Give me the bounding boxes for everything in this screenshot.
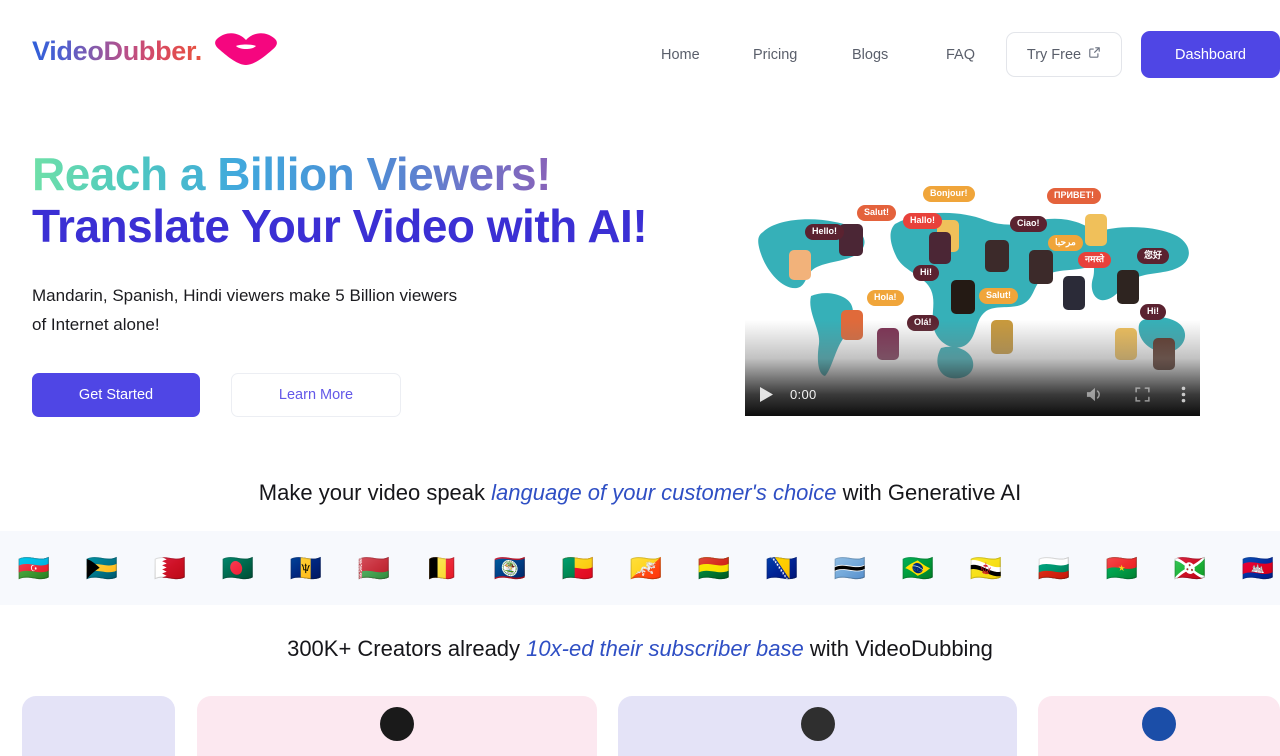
testimonial-card[interactable]	[1038, 696, 1280, 756]
avatar	[1142, 707, 1176, 741]
flag-belgium: 🇧🇪	[425, 553, 459, 583]
tagline-prefix: Make your video speak	[258, 480, 492, 505]
flag-marquee: 🇦🇿 🇧🇸 🇧🇭 🇧🇩 🇧🇧 🇧🇾 🇧🇪 🇧🇿 🇧🇯 🇧🇹 🇧🇴 🇧🇦 🇧🇼 🇧🇷 🇧🇳 🇧🇬 🇧🇫 🇧🇮 🇰🇭	[0, 531, 1280, 605]
hero-subtitle-line2: of Internet alone!	[32, 315, 160, 335]
creators-tagline: 300K+ Creators already 10x-ed their subs…	[0, 636, 1280, 662]
speech-bubble: Hi!	[913, 265, 939, 281]
flag-row: 🇦🇿 🇧🇸 🇧🇭 🇧🇩 🇧🇧 🇧🇾 🇧🇪 🇧🇿 🇧🇯 🇧🇹 🇧🇴 🇧🇦 🇧🇼 🇧🇷 🇧🇳 🇧🇬 🇧🇫 🇧🇮 🇰🇭	[0, 531, 1280, 605]
speech-bubble: Hi!	[1140, 304, 1166, 320]
character-avatar	[789, 250, 811, 280]
speech-bubble: Salut!	[979, 288, 1019, 304]
hero-actions: Get Started Learn More	[32, 373, 722, 418]
flag-bosnia-and-herzegovina: 🇧🇦	[765, 553, 799, 583]
avatar	[800, 707, 835, 741]
hero-section: Reach a Billion Viewers! Translate Your …	[32, 150, 722, 418]
volume-icon[interactable]	[1085, 386, 1104, 403]
flag-brazil: 🇧🇷	[901, 553, 935, 583]
tagline-suffix: with Generative AI	[836, 480, 1022, 505]
speech-bubble: Salut!	[857, 205, 897, 221]
testimonial-cards	[0, 696, 1280, 756]
testimonial-card[interactable]	[197, 696, 597, 756]
testimonial-card[interactable]	[618, 696, 1017, 756]
creators-emphasis: 10x-ed their subscriber base	[526, 636, 804, 661]
speech-bubble: مرحبا	[1048, 235, 1083, 251]
flag-azerbaijan: 🇦🇿	[17, 553, 51, 583]
flag-bangladesh: 🇧🇩	[221, 553, 255, 583]
speech-bubble: 您好	[1137, 248, 1170, 264]
tagline-emphasis: language of your customer's choice	[491, 480, 837, 505]
flag-bolivia: 🇧🇴	[697, 553, 731, 583]
kebab-menu-icon[interactable]	[1181, 386, 1186, 403]
creators-suffix: with VideoDubbing	[803, 636, 993, 661]
flag-barbados: 🇧🇧	[289, 553, 323, 583]
avatar	[380, 707, 414, 741]
nav-item-blogs[interactable]: Blogs	[852, 47, 888, 63]
hero-subtitle-line1: Mandarin, Spanish, Hindi viewers make 5 …	[32, 285, 458, 305]
logo-text: VideoDubber.	[32, 36, 202, 66]
speech-bubble: नमस्ते	[1078, 252, 1112, 268]
hero-headline-line1: Reach a Billion Viewers!	[32, 150, 722, 199]
character-avatar	[1029, 250, 1053, 284]
get-started-button[interactable]: Get Started	[32, 373, 200, 418]
flag-burkina-faso: 🇧🇫	[1105, 553, 1139, 583]
flag-bulgaria: 🇧🇬	[1037, 553, 1071, 583]
hero-subtitle: Mandarin, Spanish, Hindi viewers make 5 …	[32, 281, 722, 341]
flag-burundi: 🇧🇮	[1173, 553, 1207, 583]
speech-bubble: Bonjour!	[923, 186, 975, 202]
speech-bubble: Hola!	[867, 290, 904, 306]
testimonial-card[interactable]	[22, 696, 175, 756]
character-avatar	[951, 280, 975, 314]
try-free-button[interactable]: Try Free	[1006, 32, 1122, 77]
character-avatar	[1063, 276, 1085, 310]
character-avatar	[929, 232, 951, 264]
video-current-time: 0:00	[790, 386, 817, 402]
dashboard-button[interactable]: Dashboard	[1141, 31, 1280, 78]
creators-prefix: 300K+ Creators already	[287, 636, 527, 661]
site-header: VideoDubber. Home Pricing Blogs FAQ Try …	[0, 0, 1280, 110]
character-avatar	[1117, 270, 1139, 304]
character-avatar	[985, 240, 1009, 272]
speech-bubble: Hello!	[805, 224, 845, 240]
flag-belize: 🇧🇿	[493, 553, 527, 583]
fullscreen-icon[interactable]	[1135, 386, 1150, 402]
hero-video-player[interactable]: Hello! Salut! Bonjour! Hallo! ПРИВЕТ! Ciao! مر…	[745, 180, 1200, 416]
speech-bubble: ПРИВЕТ!	[1047, 188, 1101, 204]
logo[interactable]: VideoDubber.	[32, 32, 278, 71]
flag-belarus: 🇧🇾	[357, 553, 391, 583]
lips-icon	[214, 32, 278, 71]
external-link-icon	[1088, 46, 1101, 63]
flag-bahrain: 🇧🇭	[153, 553, 187, 583]
nav-item-faq[interactable]: FAQ	[946, 47, 975, 63]
nav-item-home[interactable]: Home	[661, 47, 700, 63]
flag-bhutan: 🇧🇹	[629, 553, 663, 583]
tagline: Make your video speak language of your c…	[0, 480, 1280, 506]
flag-cambodia: 🇰🇭	[1241, 553, 1275, 583]
video-controls: 0:00	[745, 372, 1200, 416]
flag-benin: 🇧🇯	[561, 553, 595, 583]
hero-headline-line2: Translate Your Video with AI!	[32, 200, 648, 253]
flag-botswana: 🇧🇼	[833, 553, 867, 583]
flag-bahamas: 🇧🇸	[85, 553, 119, 583]
character-avatar	[1085, 214, 1107, 246]
speech-bubble: Ciao!	[1010, 216, 1047, 232]
main-nav: Home Pricing Blogs FAQ Try Free Dashboar…	[640, 31, 1280, 80]
learn-more-button[interactable]: Learn More	[231, 373, 401, 418]
play-icon[interactable]	[759, 386, 774, 403]
speech-bubble: Hallo!	[903, 213, 943, 229]
try-free-label: Try Free	[1026, 46, 1082, 63]
flag-brunei: 🇧🇳	[969, 553, 1003, 583]
nav-item-pricing[interactable]: Pricing	[753, 47, 797, 63]
